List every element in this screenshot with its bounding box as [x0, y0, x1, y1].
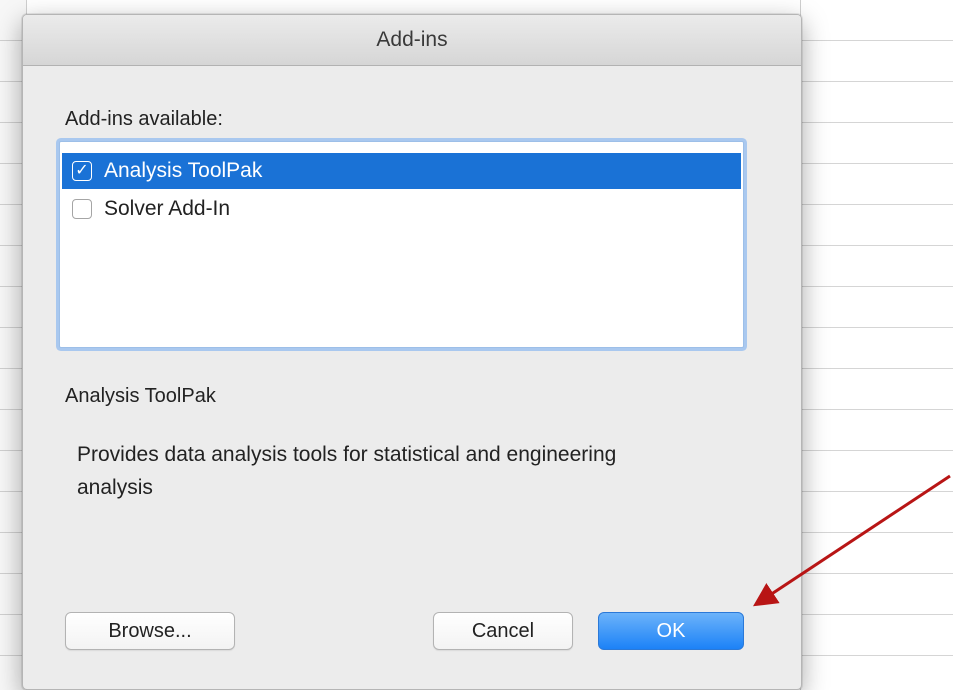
list-item-analysis-toolpak[interactable]: ✓ Analysis ToolPak: [62, 153, 741, 189]
list-item-label: Solver Add-In: [104, 197, 231, 220]
selected-add-in-title: Analysis ToolPak: [65, 385, 216, 407]
dialog-title: Add-ins: [23, 15, 801, 66]
list-item-solver-add-in[interactable]: Solver Add-In: [62, 191, 741, 227]
cancel-button[interactable]: Cancel: [433, 612, 573, 650]
add-ins-list[interactable]: ✓ Analysis ToolPak Solver Add-In: [59, 141, 744, 348]
browse-button[interactable]: Browse...: [65, 612, 235, 650]
selected-add-in-description: Provides data analysis tools for statist…: [77, 443, 617, 499]
checkbox-solver-add-in[interactable]: [72, 199, 92, 219]
list-item-label: Analysis ToolPak: [104, 159, 263, 182]
add-ins-dialog: Add-ins Add-ins available: ✓ Analysis To…: [22, 14, 802, 690]
checkmark-icon: ✓: [75, 162, 89, 179]
ok-button[interactable]: OK: [598, 612, 744, 650]
add-ins-available-label: Add-ins available:: [65, 108, 223, 130]
checkbox-analysis-toolpak[interactable]: ✓: [72, 161, 92, 181]
spreadsheet-background-right: [800, 0, 953, 690]
